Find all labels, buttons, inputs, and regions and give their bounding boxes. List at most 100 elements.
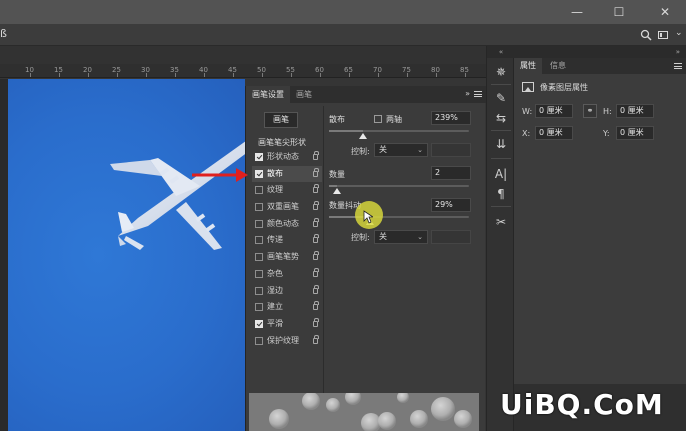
lock-icon[interactable] xyxy=(313,184,319,194)
brush-option-label: 传递 xyxy=(267,235,283,245)
lock-icon[interactable] xyxy=(313,301,319,311)
ruler-tick xyxy=(436,73,437,77)
brush-option-checkbox[interactable] xyxy=(255,303,263,312)
brush-tip-shape-item[interactable]: 画笔笔尖形状 xyxy=(258,137,306,148)
count-jitter-slider[interactable] xyxy=(329,216,469,225)
brush-option-label: 平滑 xyxy=(267,318,283,328)
lock-icon[interactable] xyxy=(313,167,319,177)
panel-menu-icon[interactable] xyxy=(474,91,482,97)
brush-option-item[interactable]: 保护纹理 xyxy=(252,333,322,350)
scatter-slider-handle[interactable] xyxy=(358,133,367,139)
lock-icon[interactable] xyxy=(313,267,319,277)
lock-icon[interactable] xyxy=(313,234,319,244)
brush-option-item[interactable]: 建立 xyxy=(252,299,322,316)
brush-presets-icon[interactable]: ✵ xyxy=(493,64,509,80)
brush-option-label: 保护纹理 xyxy=(267,335,299,345)
ruler-tick xyxy=(378,73,379,77)
brush-option-item[interactable]: 双重画笔 xyxy=(252,199,322,216)
scatter-slider[interactable] xyxy=(329,130,469,139)
y-field[interactable]: 0 厘米 xyxy=(616,126,654,140)
x-field[interactable]: 0 厘米 xyxy=(535,126,573,140)
tool-presets-icon[interactable]: ✂ xyxy=(493,214,509,230)
brush-option-checkbox[interactable] xyxy=(255,286,263,295)
lock-icon[interactable] xyxy=(313,251,319,261)
lock-icon[interactable] xyxy=(313,201,319,211)
brush-option-checkbox[interactable] xyxy=(255,336,263,345)
brush-option-checkbox[interactable] xyxy=(255,269,263,278)
tab-info[interactable]: 信息 xyxy=(544,58,572,74)
chevron-down-icon[interactable]: ⌄ xyxy=(675,28,683,38)
control-select[interactable]: 关 ⌄ xyxy=(374,143,428,157)
divider xyxy=(491,158,511,159)
tab-brushes[interactable]: 画笔 xyxy=(290,86,318,103)
tab-properties[interactable]: 属性 xyxy=(514,58,542,74)
tab-brush-settings[interactable]: 画笔设置 xyxy=(246,86,290,103)
ruler-tick xyxy=(465,73,466,77)
brush-option-checkbox[interactable] xyxy=(255,319,263,328)
count-slider-handle[interactable] xyxy=(333,188,342,194)
brush-option-checkbox[interactable] xyxy=(255,186,263,195)
ruler-tick xyxy=(407,73,408,77)
panel-tool-column: « ✵ ✎ ⇆ ⇊ A| ¶ ✂ xyxy=(486,46,515,431)
ruler-tick xyxy=(117,73,118,77)
both-axes-label: 两轴 xyxy=(386,115,402,124)
document-canvas[interactable] xyxy=(0,79,245,431)
ruler-tick xyxy=(349,73,350,77)
scatter-value-field[interactable]: 239% xyxy=(431,111,471,125)
brush-option-checkbox[interactable] xyxy=(255,169,263,178)
control2-label: 控制: xyxy=(351,233,370,242)
paragraph-icon[interactable]: ¶ xyxy=(493,186,509,202)
ruler-tick xyxy=(30,73,31,77)
collapse-panel-icon[interactable]: » xyxy=(465,89,470,98)
brush-option-item[interactable]: 平滑 xyxy=(252,316,322,333)
brush-option-checkbox[interactable] xyxy=(255,203,263,212)
brush-option-item[interactable]: 画笔笔势 xyxy=(252,249,322,266)
brush-option-checkbox[interactable] xyxy=(255,253,263,262)
panel-menu-icon[interactable] xyxy=(674,63,682,69)
lock-icon[interactable] xyxy=(313,151,319,160)
brush-option-checkbox[interactable] xyxy=(255,236,263,245)
control2-extra-field xyxy=(431,230,471,244)
count-slider[interactable] xyxy=(329,185,469,194)
count-jitter-value-field[interactable]: 29% xyxy=(431,198,471,212)
brush-option-item[interactable]: 传递 xyxy=(252,232,322,249)
brushes-button[interactable]: 画笔 xyxy=(264,112,298,128)
brush-option-item[interactable]: 纹理 xyxy=(252,182,322,199)
mouse-pointer-icon xyxy=(363,210,373,224)
brush-option-checkbox[interactable] xyxy=(255,153,263,161)
brush-option-item[interactable]: 形状动态 xyxy=(252,149,322,166)
search-icon[interactable] xyxy=(640,29,652,41)
link-icon[interactable]: ⚭ xyxy=(583,104,597,118)
options-bar-tool-glyph[interactable]: ß xyxy=(0,27,7,40)
brush-option-item[interactable]: 杂色 xyxy=(252,266,322,283)
width-field[interactable]: 0 厘米 xyxy=(535,104,573,118)
both-axes-checkbox[interactable] xyxy=(374,115,382,123)
maximize-button[interactable]: ☐ xyxy=(611,4,627,20)
brush-option-label: 颜色动态 xyxy=(267,218,299,228)
expand-panels-icon[interactable]: « xyxy=(487,46,515,58)
workspace-icon[interactable] xyxy=(658,31,668,39)
count-value-field[interactable]: 2 xyxy=(431,166,471,180)
control2-select[interactable]: 关 ⌄ xyxy=(374,230,428,244)
clone-source-icon[interactable]: ⇊ xyxy=(493,136,509,152)
x-label: X: xyxy=(522,129,531,138)
height-field[interactable]: 0 厘米 xyxy=(616,104,654,118)
ruler-tick xyxy=(262,73,263,77)
brush-option-item[interactable]: 颜色动态 xyxy=(252,216,322,233)
lock-icon[interactable] xyxy=(313,217,319,227)
adjustments-icon[interactable]: ⇆ xyxy=(493,110,509,126)
brush-settings-icon[interactable]: ✎ xyxy=(493,90,509,106)
character-icon[interactable]: A| xyxy=(493,166,509,182)
lock-icon[interactable] xyxy=(313,317,319,327)
brush-option-item[interactable]: 湿边 xyxy=(252,283,322,300)
close-button[interactable]: ✕ xyxy=(657,4,673,20)
minimize-button[interactable]: — xyxy=(569,4,585,20)
brush-option-checkbox[interactable] xyxy=(255,219,263,228)
brush-options-list: 形状动态 散布 纹理 双重画笔颜色动态传递画笔笔势 杂色 湿边 建立平滑保护纹理 xyxy=(252,149,322,349)
lock-icon[interactable] xyxy=(313,284,319,294)
brush-option-item[interactable]: 散布 xyxy=(252,165,322,183)
lock-icon[interactable] xyxy=(313,334,319,344)
document-tab-bar xyxy=(0,46,486,64)
collapse-panels-icon[interactable]: » xyxy=(514,46,686,58)
ruler-tick xyxy=(59,73,60,77)
